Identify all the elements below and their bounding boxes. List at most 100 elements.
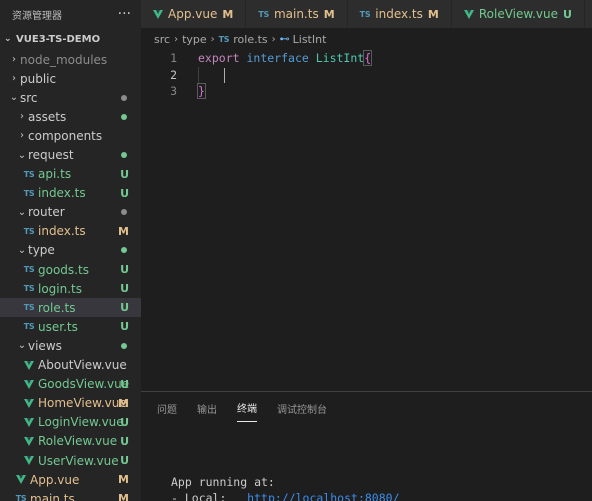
tree-file[interactable]: App.vue M	[0, 470, 141, 489]
editor-tab[interactable]: App.vue M	[141, 0, 247, 28]
tree-folder[interactable]: › public	[0, 69, 141, 88]
line-number: 2	[170, 67, 177, 82]
tree-item-label: GoodsView.vue	[38, 377, 130, 392]
git-status-dot	[121, 247, 127, 254]
tree-folder[interactable]: ⌄ type	[0, 241, 141, 260]
tree-folder[interactable]: › node_modules	[0, 50, 141, 69]
git-status-badge: U	[120, 282, 129, 296]
tree-file[interactable]: LoginView.vue U	[0, 413, 141, 432]
chevron-down-icon: ⌄	[17, 244, 27, 256]
tab-debug-console[interactable]: 调试控制台	[277, 395, 327, 422]
tab-problems[interactable]: 问题	[157, 395, 177, 422]
tree-file[interactable]: AboutView.vue	[0, 356, 141, 375]
text-cursor	[224, 67, 225, 83]
tree-file[interactable]: TS index.ts U	[0, 184, 141, 203]
tree-item-label: UserView.vue	[38, 453, 119, 468]
tab-output[interactable]: 输出	[197, 395, 217, 422]
chevron-right-icon: ›	[210, 33, 215, 45]
code-editor[interactable]: 1 2 3 export interface ListInt{ }	[141, 50, 592, 391]
tab-label: main.ts	[273, 7, 319, 21]
editor-tab[interactable]: TS index.ts M	[347, 0, 452, 28]
tab-label: index.ts	[375, 7, 423, 21]
breadcrumb-type[interactable]: type	[182, 33, 207, 46]
tree-file[interactable]: RoleView.vue U	[0, 432, 141, 451]
tree-file[interactable]: TS login.ts U	[0, 279, 141, 298]
typescript-file-icon: TS	[15, 494, 27, 501]
vue-file-icon	[14, 475, 28, 485]
editor-tab[interactable]	[584, 0, 592, 28]
breadcrumb-file[interactable]: role.ts	[233, 33, 267, 46]
explorer-header: 资源管理器 ···	[0, 0, 141, 28]
vue-file-icon	[22, 456, 36, 466]
chevron-right-icon: ›	[12, 73, 16, 85]
typescript-file-icon: TS	[23, 265, 35, 275]
tree-file[interactable]: TS index.ts M	[0, 222, 141, 241]
git-status-badge: U	[120, 263, 129, 277]
typescript-file-icon: TS	[23, 226, 35, 236]
vue-file-icon	[22, 398, 36, 408]
typescript-file-icon: TS	[23, 303, 35, 313]
vue-file-icon	[153, 9, 163, 19]
editor-tab[interactable]: TS main.ts M	[246, 0, 348, 28]
tree-file[interactable]: TS main.ts M	[0, 489, 141, 501]
chevron-right-icon: ›	[174, 33, 179, 45]
line-number: 1	[170, 51, 177, 65]
chevron-right-icon: ›	[20, 111, 24, 123]
tree-file[interactable]: TS user.ts U	[0, 317, 141, 336]
tree-folder[interactable]: ⌄ views	[0, 336, 141, 355]
tree-item-label: assets	[28, 109, 67, 124]
tree-folder[interactable]: ⌄ router	[0, 203, 141, 222]
chevron-down-icon: ⌄	[17, 340, 27, 352]
chevron-right-icon: ›	[12, 54, 16, 66]
tree-item-label: components	[28, 128, 103, 143]
vue-file-icon	[22, 379, 36, 389]
git-status-badge: U	[120, 454, 129, 468]
tree-file[interactable]: TS goods.ts U	[0, 260, 141, 279]
tree-folder[interactable]: › components	[0, 126, 141, 145]
breadcrumb-symbol[interactable]: ListInt	[293, 33, 327, 46]
tree-item-label: api.ts	[38, 167, 72, 182]
bottom-panel: 问题 输出 终端 调试控制台 App running at: - Local: …	[141, 391, 592, 501]
tree-item-label: main.ts	[30, 491, 75, 501]
tree-item-label: RoleView.vue	[38, 434, 118, 449]
open-brace: {	[363, 50, 373, 66]
more-actions-icon[interactable]: ···	[118, 6, 131, 22]
tree-file[interactable]: TS api.ts U	[0, 165, 141, 184]
chevron-right-icon: ›	[271, 33, 276, 45]
chevron-down-icon: ⌄	[9, 92, 19, 104]
git-status-dot	[121, 94, 127, 101]
vue-file-icon	[22, 436, 36, 446]
terminal-line: - Local: http://localhost:8080/	[171, 490, 400, 501]
editor-tab[interactable]: RoleView.vue U	[451, 0, 585, 28]
tab-terminal[interactable]: 终端	[237, 394, 257, 422]
tree-item-label: request	[28, 148, 74, 163]
breadcrumb-src[interactable]: src	[154, 33, 170, 46]
tree-file[interactable]: TS role.ts U	[0, 298, 141, 318]
typescript-file-icon: TS	[23, 322, 35, 332]
tab-label: App.vue	[168, 7, 218, 21]
git-status-dot	[121, 113, 127, 120]
git-status-badge: U	[120, 301, 129, 315]
tree-file[interactable]: UserView.vue U	[0, 451, 141, 470]
breadcrumb: src › type › TS role.ts › ⊷ ListInt	[141, 28, 592, 50]
tree-item-label: role.ts	[38, 300, 76, 315]
tree-item-label: public	[20, 71, 57, 86]
tree-folder[interactable]: › assets	[0, 107, 141, 126]
tree-item-label: user.ts	[38, 319, 78, 334]
git-status-badge: U	[120, 186, 129, 200]
keyword-interface: interface	[246, 51, 309, 65]
git-status-badge: M	[323, 7, 335, 21]
file-tree: › node_modules › public ⌄ src › assets › componen…	[0, 50, 141, 501]
tree-file[interactable]: GoodsView.vue U	[0, 375, 141, 394]
project-root[interactable]: ⌄ VUE3-TS-DEMO	[0, 28, 141, 50]
tree-folder[interactable]: ⌄ src	[0, 88, 141, 107]
tree-file[interactable]: HomeView.vue M	[0, 394, 141, 413]
explorer-sidebar: 资源管理器 ··· ⌄ VUE3-TS-DEMO › node_modules › p…	[0, 0, 141, 501]
terminal-output[interactable]: App running at: - Local: http://localhos…	[171, 474, 400, 501]
git-status-dot	[121, 209, 127, 216]
terminal-local-url[interactable]: http://localhost:8080/	[247, 491, 399, 501]
typescript-file-icon: TS	[23, 169, 35, 179]
tree-item-label: src	[20, 90, 38, 105]
typescript-file-icon: TS	[23, 188, 35, 198]
tree-folder[interactable]: ⌄ request	[0, 145, 141, 164]
